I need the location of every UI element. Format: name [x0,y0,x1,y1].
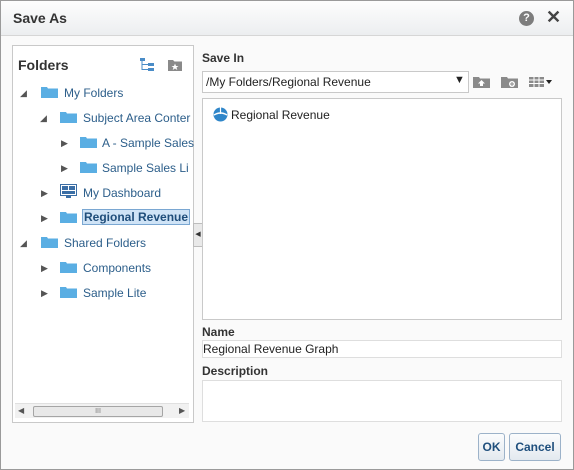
folder-icon [41,237,58,248]
expand-icon[interactable]: ▶ [61,163,71,173]
folder-icon [60,262,77,273]
expand-icon[interactable]: ▶ [61,138,71,148]
save-in-label: Save In [202,51,245,65]
tree-item-label: My Folders [64,86,124,100]
folder-icon [60,112,77,123]
analysis-icon [213,107,228,122]
tree-item-label: Subject Area Conter [83,111,191,125]
folders-title: Folders [18,57,69,73]
tree-item-label: Sample Lite [83,286,147,300]
title-bar: Save As ? ✕ [1,1,573,36]
description-label: Description [202,364,269,378]
expand-icon[interactable]: ▶ [41,213,51,223]
folder-icon [60,212,77,223]
name-input[interactable]: Regional Revenue Graph [202,340,562,358]
tree-item-label-selected: Regional Revenue [82,209,191,225]
tree-view-icon[interactable] [139,57,155,72]
tree-item-a-sample-sales[interactable]: ▶ A - Sample Sales [13,134,195,154]
save-in-contents: Regional Revenue [202,98,562,320]
tree-item-my-folders[interactable]: ◢ My Folders [13,84,193,104]
tree-item-regional-revenue[interactable]: ▶ Regional Revenue [13,209,193,229]
tree-item-my-dashboard[interactable]: ▶ My Dashboard [13,184,193,204]
scroll-left-icon[interactable]: ◀ [18,406,24,415]
save-as-dialog: Save As ? ✕ Folders ◢ My Folders ◢ Subje… [0,0,574,470]
tree-item-subject-area[interactable]: ◢ Subject Area Conter [13,109,193,129]
new-folder-icon[interactable] [501,75,518,88]
collapse-icon[interactable]: ◢ [20,238,30,248]
dialog-title: Save As [13,10,67,26]
tree-item-sample-sales-lite[interactable]: ▶ Sample Sales Li [13,159,193,179]
description-textarea[interactable] [202,380,562,422]
dashboard-icon [60,184,77,198]
tree-item-label: Sample Sales Li [102,161,189,175]
folder-icon [80,162,97,173]
tree-item-label: Shared Folders [64,236,147,250]
scroll-thumb[interactable]: III [33,406,163,417]
close-icon[interactable]: ✕ [546,7,561,28]
tree-item-label: Components [83,261,152,275]
folder-icon [41,87,58,98]
folders-panel: Folders ◢ My Folders ◢ Subject Area Cont… [12,45,194,423]
cancel-button[interactable]: Cancel [509,433,561,461]
list-item-label: Regional Revenue [231,108,330,122]
expand-icon[interactable]: ▶ [41,263,51,273]
save-in-path-value: /My Folders/Regional Revenue [206,75,371,89]
tree-item-sample-lite[interactable]: ▶ Sample Lite [13,284,193,304]
collapse-icon[interactable]: ◢ [40,113,50,123]
name-label: Name [202,325,235,339]
dropdown-arrow-icon[interactable]: ▼ [454,74,465,86]
new-folder-icon[interactable] [167,57,183,72]
name-input-value: Regional Revenue Graph [203,342,339,356]
collapse-icon[interactable]: ◢ [20,88,30,98]
expand-icon[interactable]: ▶ [41,288,51,298]
go-up-folder-icon[interactable] [473,75,490,88]
tree-item-components[interactable]: ▶ Components [13,259,193,279]
help-icon[interactable]: ? [519,11,534,26]
ok-button[interactable]: OK [478,433,505,461]
tree-item-shared-folders[interactable]: ◢ Shared Folders [13,234,193,254]
expand-icon[interactable]: ▶ [41,188,51,198]
folder-icon [80,137,97,148]
horizontal-scrollbar[interactable]: ◀ III ▶ [15,403,189,418]
view-options-icon[interactable] [529,75,553,88]
folder-icon [60,287,77,298]
scroll-right-icon[interactable]: ▶ [179,406,185,415]
tree-item-label: A - Sample Sales [102,136,195,150]
tree-item-label: My Dashboard [83,186,162,200]
save-in-path-select[interactable]: /My Folders/Regional Revenue ▼ [202,71,469,93]
